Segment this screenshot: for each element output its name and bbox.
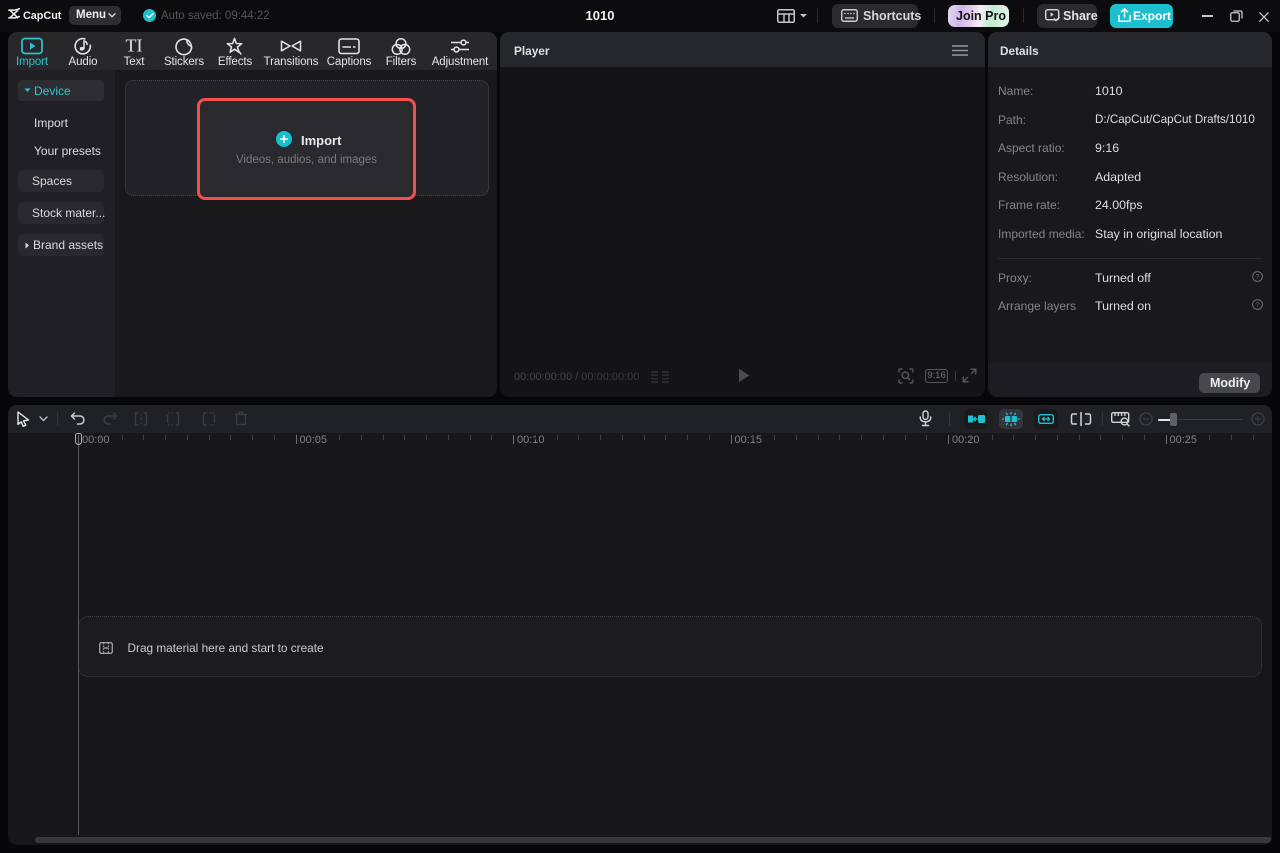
svg-text:?: ? <box>1256 274 1260 281</box>
svg-text:TI: TI <box>126 37 143 56</box>
svg-text:?: ? <box>1256 302 1260 309</box>
